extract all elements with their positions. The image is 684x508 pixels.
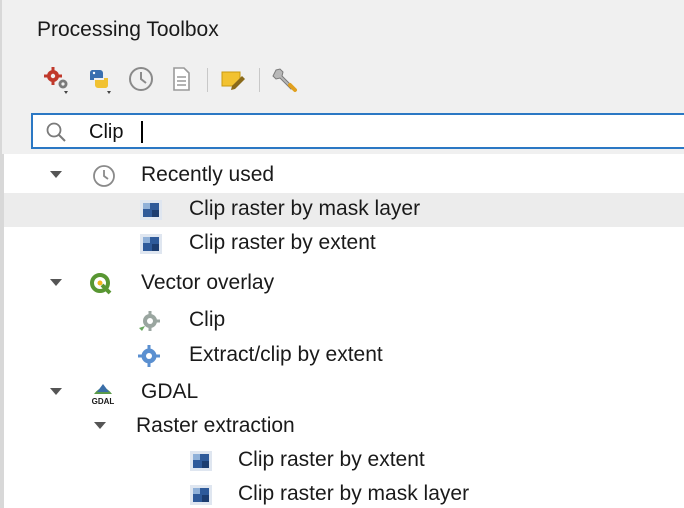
- tree-item-clip-raster-by-extent[interactable]: Clip raster by extent: [4, 227, 684, 261]
- tree-item-label: Extract/clip by extent: [189, 343, 383, 366]
- tree-item-extract-clip-by-extent[interactable]: Extract/clip by extent: [4, 339, 684, 373]
- tree-item-label: Clip: [189, 308, 226, 331]
- expand-arrow-icon[interactable]: [94, 422, 106, 429]
- tree-group-label: Raster extraction: [136, 414, 295, 437]
- raster-algorithm-icon: [140, 234, 162, 254]
- expand-arrow-icon[interactable]: [50, 388, 62, 395]
- results-viewer-icon: [173, 67, 190, 91]
- tree-item-label: Clip raster by mask layer: [238, 482, 470, 505]
- tree-item-label: Clip raster by extent: [189, 231, 376, 254]
- toolbar-separator: [207, 68, 208, 92]
- edit-features-in-place-icon: [221, 71, 245, 90]
- svg-text:GDAL: GDAL: [92, 397, 115, 406]
- gear-algorithm-icon: [139, 311, 160, 331]
- processing-toolbox-panel: Processing Toolbox Clip Recently used Cl…: [0, 0, 684, 508]
- algorithm-tree: Recently used Clip raster by mask layer …: [2, 154, 684, 508]
- gear-models-icon: [44, 67, 68, 94]
- raster-algorithm-icon: [140, 200, 162, 220]
- tree-group-label: GDAL: [141, 380, 199, 403]
- edit-features-in-place-button[interactable]: [216, 62, 250, 96]
- text-caret: [141, 121, 143, 143]
- tree-group-label: Recently used: [141, 163, 275, 186]
- python-scripts-icon: [89, 70, 111, 94]
- gear-algorithm-icon: [138, 345, 160, 367]
- history-icon: [93, 165, 115, 187]
- expand-arrow-icon[interactable]: [50, 279, 62, 286]
- gdal-logo-icon: GDAL: [92, 384, 115, 406]
- panel-title: Processing Toolbox: [37, 18, 219, 41]
- search-icon: [46, 122, 66, 142]
- tree-item-label: Clip raster by extent: [238, 448, 425, 471]
- models-button[interactable]: [40, 62, 74, 96]
- tree-group-raster-extraction[interactable]: Raster extraction: [4, 410, 684, 444]
- tree-item-gdal-clip-raster-by-mask-layer[interactable]: Clip raster by mask layer: [4, 478, 684, 508]
- tree-item-gdal-clip-raster-by-extent[interactable]: Clip raster by extent: [4, 444, 684, 478]
- toolbar-separator: [259, 68, 260, 92]
- tree-group-gdal[interactable]: GDAL GDAL: [4, 376, 684, 410]
- history-button[interactable]: [124, 62, 158, 96]
- scripts-button[interactable]: [82, 62, 116, 96]
- options-button[interactable]: [268, 62, 302, 96]
- raster-algorithm-icon: [190, 485, 212, 505]
- search-input[interactable]: [89, 118, 649, 146]
- tree-item-clip-raster-by-mask-layer[interactable]: Clip raster by mask layer: [4, 193, 684, 227]
- search-box: [31, 113, 684, 149]
- raster-algorithm-icon: [190, 451, 212, 471]
- expand-arrow-icon[interactable]: [50, 171, 62, 178]
- tree-item-clip[interactable]: Clip: [4, 304, 684, 338]
- results-viewer-button[interactable]: [164, 62, 198, 96]
- tree-group-recently-used[interactable]: Recently used: [4, 159, 684, 193]
- history-icon: [129, 67, 153, 91]
- options-wrench-icon: [272, 68, 297, 92]
- tree-group-label: Vector overlay: [141, 271, 275, 294]
- tree-group-vector-overlay[interactable]: Vector overlay: [4, 267, 684, 301]
- tree-item-label: Clip raster by mask layer: [189, 197, 421, 220]
- qgis-logo-icon: [90, 273, 112, 295]
